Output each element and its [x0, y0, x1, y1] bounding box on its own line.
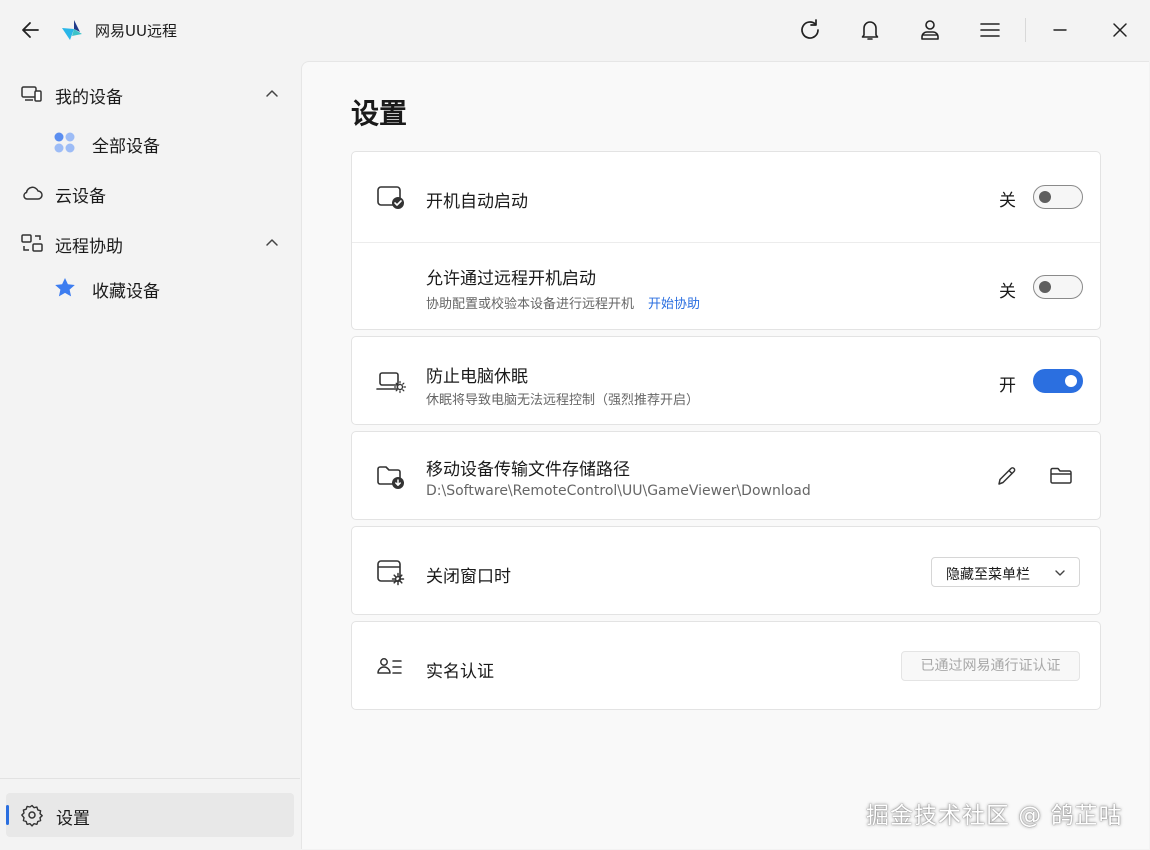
prevent-sleep-description: 休眠将导致电脑无法远程控制（强烈推荐开启）	[426, 393, 700, 408]
autostart-title: 开机自动启动	[426, 192, 528, 212]
refresh-icon[interactable]	[797, 17, 823, 43]
prevent-sleep-card: 防止电脑休眠 休眠将导致电脑无法远程控制（强烈推荐开启） 开	[351, 336, 1101, 425]
star-icon	[53, 276, 77, 300]
sidebar-item-my-devices[interactable]: 我的设备	[8, 73, 294, 115]
sidebar-item-all-devices[interactable]: 全部设备	[8, 122, 294, 164]
remote-boot-description-text: 协助配置或校验本设备进行远程开机	[426, 297, 635, 312]
close-icon[interactable]	[1107, 17, 1133, 43]
close-window-row: 关闭窗口时 隐藏至菜单栏	[352, 527, 1100, 616]
sidebar-item-label: 全部设备	[92, 137, 160, 157]
grid-dots-icon	[53, 131, 77, 155]
chevron-up-icon[interactable]	[264, 235, 280, 251]
prevent-sleep-toggle[interactable]	[1033, 369, 1083, 393]
id-card-icon	[376, 652, 406, 682]
prevent-sleep-title: 防止电脑休眠	[426, 367, 528, 387]
app-title: 网易UU远程	[95, 22, 177, 40]
sidebar-item-label: 我的设备	[55, 88, 123, 108]
storage-path-row: 移动设备传输文件存储路径 D:\Software\RemoteControl\U…	[352, 432, 1100, 521]
remote-boot-toggle[interactable]	[1033, 275, 1083, 299]
user-icon[interactable]	[917, 17, 943, 43]
menu-icon[interactable]	[977, 17, 1003, 43]
cloud-icon	[20, 181, 44, 205]
sidebar-item-settings[interactable]: 设置	[6, 793, 294, 837]
window-gear-icon	[376, 557, 406, 587]
edit-pencil-icon[interactable]	[994, 463, 1020, 489]
title-bar: 网易UU远程	[0, 0, 1150, 60]
storage-path-title: 移动设备传输文件存储路径	[426, 460, 630, 480]
remote-assist-icon	[20, 231, 44, 255]
close-window-selected: 隐藏至菜单栏	[946, 567, 1030, 583]
close-window-title: 关闭窗口时	[426, 567, 511, 587]
remote-boot-row: 允许通过远程开机启动 协助配置或校验本设备进行远程开机 开始协助 关	[352, 243, 1100, 331]
settings-panel: 设置 开机自动启动 关 允许通过远程开机启动 协助配置或校验本设备进行远程开机开…	[301, 61, 1149, 849]
close-window-select[interactable]: 隐藏至菜单栏	[931, 557, 1080, 587]
sidebar-item-favorites[interactable]: 收藏设备	[8, 267, 294, 309]
active-indicator	[6, 805, 9, 825]
watermark: 掘金技术社区 @ 鸽芷咕	[866, 803, 1123, 829]
storage-path-value: D:\Software\RemoteControl\UU\GameViewer\…	[426, 483, 811, 499]
chevron-up-icon[interactable]	[264, 86, 280, 102]
sidebar-divider	[0, 778, 300, 779]
startup-settings-card: 开机自动启动 关 允许通过远程开机启动 协助配置或校验本设备进行远程开机 开始协助…	[351, 151, 1101, 330]
real-name-card: 实名认证 已通过网易通行证认证	[351, 621, 1101, 710]
chevron-down-icon	[1053, 566, 1067, 580]
sidebar-item-label: 设置	[56, 809, 90, 829]
remote-boot-title: 允许通过远程开机启动	[426, 269, 596, 289]
laptop-sun-icon	[376, 367, 406, 397]
sidebar: 我的设备 全部设备 云设备 远程协助 收藏设备 设置	[0, 60, 300, 850]
folder-download-icon	[376, 462, 406, 492]
titlebar-separator	[1025, 18, 1026, 42]
sidebar-item-remote-assist[interactable]: 远程协助	[8, 222, 294, 264]
minimize-icon[interactable]	[1047, 17, 1073, 43]
prevent-sleep-row: 防止电脑休眠 休眠将导致电脑无法远程控制（强烈推荐开启） 开	[352, 337, 1100, 426]
autostart-state: 关	[999, 191, 1016, 211]
prevent-sleep-state: 开	[999, 376, 1016, 396]
storage-path-card: 移动设备传输文件存储路径 D:\Software\RemoteControl\U…	[351, 431, 1101, 520]
autostart-row: 开机自动启动 关	[352, 152, 1100, 242]
sidebar-item-label: 远程协助	[55, 237, 123, 257]
real-name-title: 实名认证	[426, 662, 494, 682]
sidebar-item-label: 云设备	[55, 187, 106, 207]
folder-open-icon[interactable]	[1048, 463, 1074, 489]
page-title: 设置	[351, 97, 408, 130]
real-name-row: 实名认证 已通过网易通行证认证	[352, 622, 1100, 711]
gear-icon	[20, 803, 44, 827]
devices-icon	[20, 82, 44, 106]
close-window-card: 关闭窗口时 隐藏至菜单栏	[351, 526, 1101, 615]
back-arrow-icon[interactable]	[18, 18, 44, 42]
bell-icon[interactable]	[857, 17, 883, 43]
sidebar-item-label: 收藏设备	[92, 282, 160, 302]
sidebar-item-cloud-devices[interactable]: 云设备	[8, 172, 294, 214]
remote-boot-state: 关	[999, 282, 1016, 302]
remote-boot-description: 协助配置或校验本设备进行远程开机 开始协助	[426, 293, 700, 312]
window-check-icon	[376, 182, 406, 212]
app-logo	[60, 18, 84, 42]
autostart-toggle[interactable]	[1033, 185, 1083, 209]
verified-status-button: 已通过网易通行证认证	[901, 651, 1080, 681]
start-assist-link[interactable]: 开始协助	[648, 297, 700, 312]
